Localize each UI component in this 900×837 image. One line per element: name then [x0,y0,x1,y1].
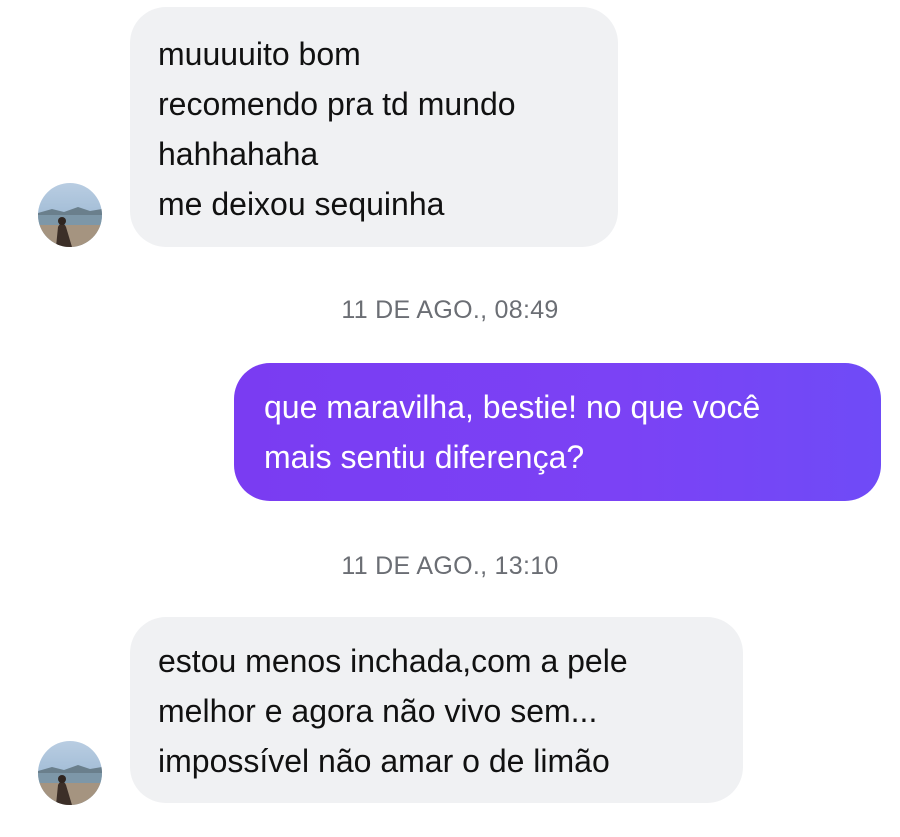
message-line: que maravilha, bestie! no que você [264,389,761,425]
message-timestamp: 11 DE AGO., 08:49 [341,296,559,324]
message-line: recomendo pra td mundo [158,86,516,122]
message-line: impossível não amar o de limão [158,743,610,779]
message-line: estou menos inchada,com a pele [158,643,628,679]
contact-avatar[interactable] [38,741,102,805]
chat-thread: muuuuito bom recomendo pra td mundo hahh… [0,0,900,837]
message-timestamp: 11 DE AGO., 13:10 [341,552,559,580]
incoming-message-bubble[interactable]: muuuuito bom recomendo pra td mundo hahh… [130,7,618,247]
message-line: hahhahaha [158,136,319,172]
contact-avatar[interactable] [38,183,102,247]
incoming-message-bubble[interactable]: estou menos inchada,com a pele melhor e … [130,617,743,803]
message-line: muuuuito bom [158,36,361,72]
message-line: me deixou sequinha [158,186,445,222]
message-line: melhor e agora não vivo sem... [158,693,598,729]
avatar-beach-icon [38,183,102,247]
message-line: mais sentiu diferença? [264,439,585,475]
outgoing-message-bubble[interactable]: que maravilha, bestie! no que você mais … [234,363,881,501]
avatar-beach-icon [38,741,102,805]
